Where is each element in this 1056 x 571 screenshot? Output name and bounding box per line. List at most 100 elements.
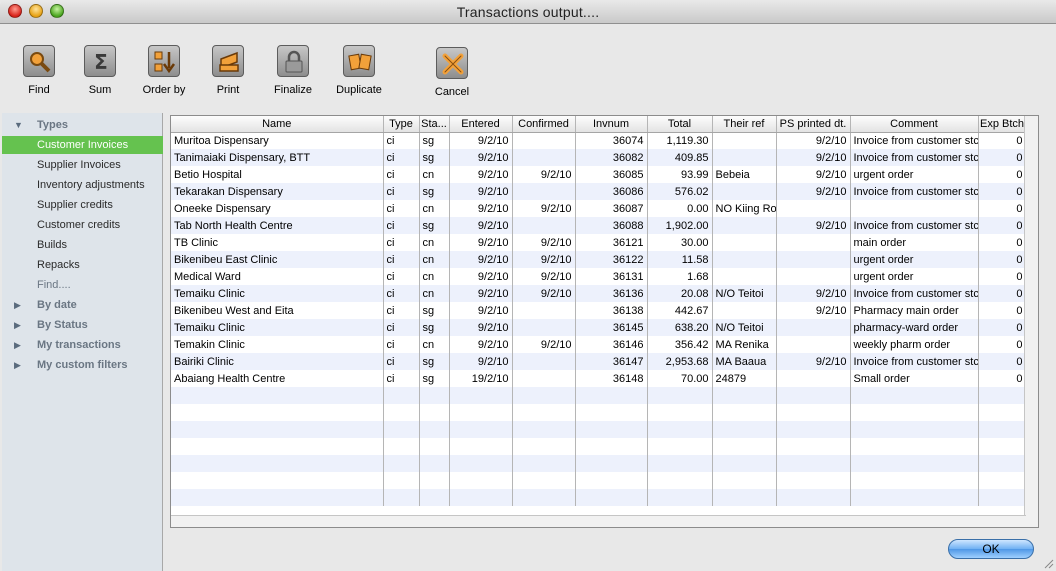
table-row[interactable]: Betio Hospital ci cn 9/2/10 9/2/10 36085 93.99… bbox=[171, 166, 1027, 183]
table-row[interactable]: Abaiang Health Centre ci sg 19/2/10 36148 70.… bbox=[171, 370, 1027, 387]
cell-their-ref bbox=[712, 132, 777, 149]
cell-status bbox=[419, 472, 450, 489]
cell-confirmed: 9/2/10 bbox=[512, 200, 576, 217]
cell-type: ci bbox=[383, 370, 420, 387]
table-row[interactable]: Temaiku Clinic ci sg 9/2/10 36145 638.20 N/O T… bbox=[171, 319, 1027, 336]
table-row[interactable]: Tekarakan Dispensary ci sg 9/2/10 36086 576.0… bbox=[171, 183, 1027, 200]
sum-button[interactable]: Σ Sum bbox=[70, 45, 130, 96]
cancel-button[interactable]: Cancel bbox=[422, 47, 482, 98]
cell-confirmed bbox=[512, 421, 576, 438]
table-row[interactable]: TB Clinic ci cn 9/2/10 9/2/10 36121 30.00 main … bbox=[171, 234, 1027, 251]
print-button[interactable]: Print bbox=[198, 45, 258, 96]
disclosure-right-icon: ▶ bbox=[14, 340, 21, 350]
cell-entered bbox=[449, 387, 513, 404]
cell-ps-printed-date bbox=[776, 200, 851, 217]
sidebar-item-supplier-invoices[interactable]: Supplier Invoices bbox=[2, 156, 163, 174]
cell-type: ci bbox=[383, 166, 420, 183]
column-header-their-ref[interactable]: Their ref bbox=[712, 116, 777, 133]
cell-invnum bbox=[575, 404, 648, 421]
vertical-scrollbar[interactable] bbox=[1024, 116, 1038, 527]
cell-type: ci bbox=[383, 285, 420, 302]
sidebar-item-supplier-credits[interactable]: Supplier credits bbox=[2, 196, 163, 214]
cell-status: sg bbox=[419, 302, 450, 319]
table-row[interactable]: Tanimaiaki Dispensary, BTT ci sg 9/2/10 3608… bbox=[171, 149, 1027, 166]
finalize-button[interactable]: Finalize bbox=[263, 45, 323, 96]
column-header-comment[interactable]: Comment bbox=[850, 116, 979, 133]
table-row[interactable]: Tab North Health Centre ci sg 9/2/10 36088 1,… bbox=[171, 217, 1027, 234]
column-header-invnum[interactable]: Invnum bbox=[575, 116, 648, 133]
cell-comment bbox=[850, 387, 979, 404]
sidebar-item-repacks[interactable]: Repacks bbox=[2, 256, 163, 274]
cell-total bbox=[647, 455, 713, 472]
cell-invnum bbox=[575, 489, 648, 506]
cell-total: 0.00 bbox=[647, 200, 713, 217]
column-header-type[interactable]: Type bbox=[383, 116, 420, 133]
cell-total: 11.58 bbox=[647, 251, 713, 268]
cell-ps-printed-date bbox=[776, 438, 851, 455]
column-header-total[interactable]: Total bbox=[647, 116, 713, 133]
cell-total: 1,119.30 bbox=[647, 132, 713, 149]
cell-their-ref bbox=[712, 404, 777, 421]
cell-type: ci bbox=[383, 353, 420, 370]
svg-text:Σ: Σ bbox=[94, 50, 108, 74]
cell-name bbox=[171, 489, 384, 506]
cell-name: Bikenibeu West and Eita bbox=[171, 302, 384, 319]
duplicate-button[interactable]: Duplicate bbox=[329, 45, 389, 96]
cell-comment: urgent order bbox=[850, 166, 979, 183]
cell-ps-printed-date bbox=[776, 455, 851, 472]
column-header-confirmed[interactable]: Confirmed bbox=[512, 116, 576, 133]
column-header-ps-printed-date[interactable]: PS printed dt. bbox=[776, 116, 851, 133]
cell-status: cn bbox=[419, 234, 450, 251]
cell-entered: 9/2/10 bbox=[449, 302, 513, 319]
ok-button[interactable]: OK bbox=[948, 539, 1034, 559]
cell-ps-printed-date: 9/2/10 bbox=[776, 285, 851, 302]
cell-ps-printed-date bbox=[776, 404, 851, 421]
cell-entered: 9/2/10 bbox=[449, 217, 513, 234]
cell-status: sg bbox=[419, 132, 450, 149]
empty-table-row bbox=[171, 421, 1027, 438]
cell-total: 638.20 bbox=[647, 319, 713, 336]
column-header-entered[interactable]: Entered bbox=[449, 116, 513, 133]
find-button[interactable]: Find bbox=[9, 45, 69, 96]
resize-grip-icon[interactable] bbox=[1042, 557, 1054, 569]
column-header-name[interactable]: Name bbox=[171, 116, 384, 133]
table-row[interactable]: Oneeke Dispensary ci cn 9/2/10 9/2/10 36087 0.… bbox=[171, 200, 1027, 217]
table-row[interactable]: Medical Ward ci cn 9/2/10 9/2/10 36131 1.68 urg… bbox=[171, 268, 1027, 285]
sidebar-my-transactions-group[interactable]: ▶ My transactions bbox=[2, 336, 163, 354]
disclosure-right-icon: ▶ bbox=[14, 360, 21, 370]
cell-comment bbox=[850, 472, 979, 489]
cell-comment: Invoice from customer stc bbox=[850, 183, 979, 200]
horizontal-scrollbar[interactable] bbox=[171, 515, 1026, 527]
sidebar-item-builds[interactable]: Builds bbox=[2, 236, 163, 254]
cell-invnum: 36086 bbox=[575, 183, 648, 200]
cell-exp-batch bbox=[978, 455, 1027, 472]
sidebar-types-group[interactable]: ▼ Types bbox=[2, 116, 163, 134]
table-row[interactable]: Muritoa Dispensary ci sg 9/2/10 36074 1,119.3… bbox=[171, 132, 1027, 149]
cell-status bbox=[419, 438, 450, 455]
sidebar-by-date-group[interactable]: ▶ By date bbox=[2, 296, 163, 314]
order-by-button[interactable]: Order by bbox=[134, 45, 194, 96]
table-row[interactable]: Temaiku Clinic ci cn 9/2/10 9/2/10 36136 20.08… bbox=[171, 285, 1027, 302]
sidebar-item-inventory-adjustments[interactable]: Inventory adjustments bbox=[2, 176, 163, 194]
sidebar-item-customer-credits[interactable]: Customer credits bbox=[2, 216, 163, 234]
cell-name: Tab North Health Centre bbox=[171, 217, 384, 234]
sidebar-item-find[interactable]: Find.... bbox=[2, 276, 163, 294]
sidebar-by-status-group[interactable]: ▶ By Status bbox=[2, 316, 163, 334]
sidebar-item-customer-invoices[interactable]: Customer Invoices bbox=[2, 136, 163, 154]
cell-name: Tanimaiaki Dispensary, BTT bbox=[171, 149, 384, 166]
table-row[interactable]: Bikenibeu West and Eita ci sg 9/2/10 36138 44… bbox=[171, 302, 1027, 319]
cell-invnum: 36145 bbox=[575, 319, 648, 336]
cell-invnum: 36085 bbox=[575, 166, 648, 183]
cell-ps-printed-date bbox=[776, 421, 851, 438]
cell-ps-printed-date bbox=[776, 387, 851, 404]
column-header-status[interactable]: Sta... bbox=[419, 116, 450, 133]
sigma-icon: Σ bbox=[84, 45, 116, 77]
table-row[interactable]: Bikenibeu East Clinic ci cn 9/2/10 9/2/10 361… bbox=[171, 251, 1027, 268]
cell-confirmed bbox=[512, 132, 576, 149]
sidebar-my-custom-filters-group[interactable]: ▶ My custom filters bbox=[2, 356, 163, 374]
cell-status: sg bbox=[419, 183, 450, 200]
table-row[interactable]: Temakin Clinic ci cn 9/2/10 9/2/10 36146 356.4… bbox=[171, 336, 1027, 353]
column-header-exp-batch[interactable]: Exp Btch bbox=[978, 116, 1027, 133]
cell-type: ci bbox=[383, 200, 420, 217]
table-row[interactable]: Bairiki Clinic ci sg 9/2/10 36147 2,953.68 MA … bbox=[171, 353, 1027, 370]
